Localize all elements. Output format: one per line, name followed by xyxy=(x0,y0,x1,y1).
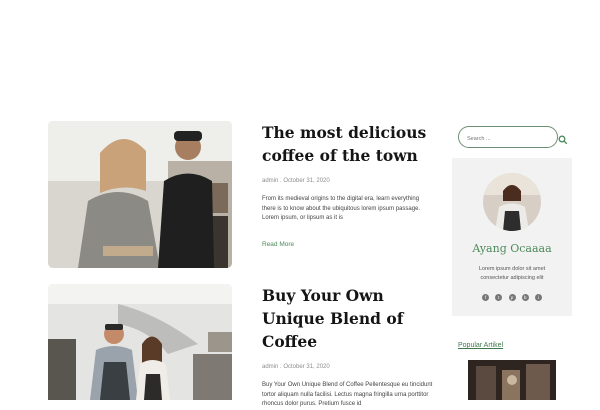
facebook-icon[interactable]: f xyxy=(482,294,489,301)
instagram-icon[interactable]: i xyxy=(535,294,542,301)
post-excerpt: Buy Your Own Unique Blend of Coffee Pell… xyxy=(262,382,433,407)
popular-articles-heading[interactable]: Popular Artikel xyxy=(458,342,503,349)
twitter-icon[interactable]: t xyxy=(495,294,503,301)
search-icon[interactable] xyxy=(558,132,568,145)
post-body: The most delicious coffee of the town ad… xyxy=(262,121,434,251)
post-title[interactable]: The most delicious coffee of the town xyxy=(262,121,434,167)
post-card: The most delicious coffee of the town ad… xyxy=(48,121,436,271)
post-meta: admin . October 31, 2020 xyxy=(262,178,330,184)
post-excerpt: From its medieval origins to the digital… xyxy=(262,196,421,221)
author-profile-card: Ayang Ocaaaa Lorem ipsum dolor sit amet … xyxy=(452,158,572,316)
post-thumbnail[interactable] xyxy=(48,121,232,268)
social-links: f t p b i xyxy=(482,294,542,301)
profile-name: Ayang Ocaaaa xyxy=(472,242,552,255)
read-more-link[interactable]: Read More xyxy=(262,241,294,248)
pinterest-icon[interactable]: p xyxy=(508,294,516,301)
post-body: Buy Your Own Unique Blend of Coffee admi… xyxy=(262,284,434,410)
post-thumbnail[interactable] xyxy=(48,284,232,400)
behance-icon[interactable]: b xyxy=(521,294,529,301)
popular-article-thumbnail[interactable] xyxy=(468,360,556,400)
post-title[interactable]: Buy Your Own Unique Blend of Coffee xyxy=(262,284,434,353)
profile-bio: Lorem ipsum dolor sit amet consectetur a… xyxy=(478,266,546,281)
post-card: Buy Your Own Unique Blend of Coffee admi… xyxy=(48,284,436,407)
search-input[interactable] xyxy=(459,129,547,149)
search-box xyxy=(458,126,558,149)
post-meta: admin . October 31, 2020 xyxy=(262,364,330,370)
avatar xyxy=(483,173,541,231)
